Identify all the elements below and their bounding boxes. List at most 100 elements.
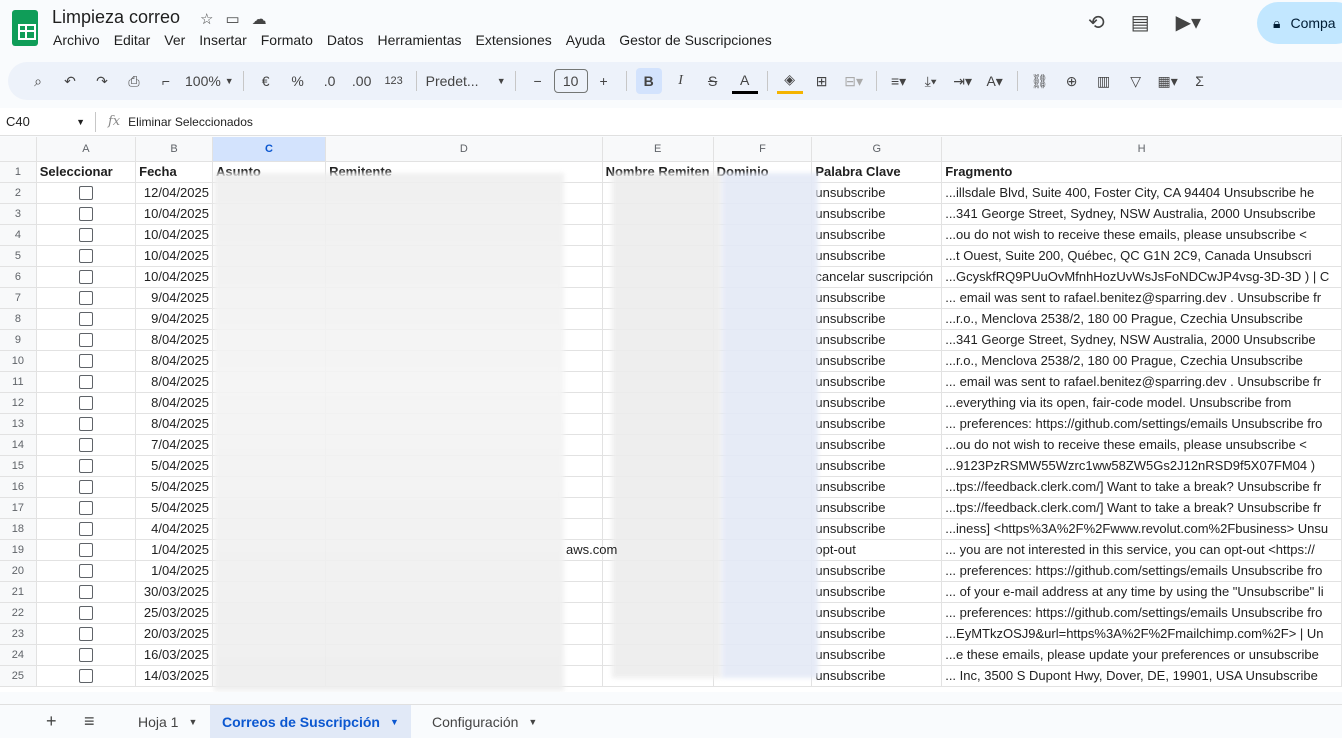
column-header-h[interactable]: H	[941, 137, 1342, 162]
row-number[interactable]: 8	[0, 308, 37, 330]
fragmento-cell[interactable]: ...illsdale Blvd, Suite 400, Foster City…	[941, 182, 1342, 204]
palabra-clave-cell[interactable]: unsubscribe	[811, 560, 943, 582]
fragmento-cell[interactable]: ...e these emails, please update your pr…	[941, 644, 1342, 666]
select-checkbox-cell[interactable]	[36, 350, 137, 372]
checkbox[interactable]	[78, 564, 93, 579]
fecha-cell[interactable]: 30/03/2025	[135, 581, 213, 603]
filter-views-icon[interactable]: ▦▾	[1155, 68, 1181, 94]
borders-icon[interactable]: ⊞	[809, 68, 835, 94]
select-checkbox-cell[interactable]	[36, 581, 137, 603]
name-box[interactable]: C40 ▼	[0, 111, 96, 132]
header-palabra-clave[interactable]: Palabra Clave	[811, 161, 943, 183]
fecha-cell[interactable]: 12/04/2025	[135, 182, 213, 204]
palabra-clave-cell[interactable]: unsubscribe	[811, 350, 943, 372]
fragmento-cell[interactable]: ... you are not interested in this servi…	[941, 539, 1342, 561]
palabra-clave-cell[interactable]: unsubscribe	[811, 476, 943, 498]
fragmento-cell[interactable]: ...ou do not wish to receive these email…	[941, 434, 1342, 456]
currency-format-button[interactable]: €	[253, 68, 279, 94]
fragmento-cell[interactable]: ...t Ouest, Suite 200, Québec, QC G1N 2C…	[941, 245, 1342, 267]
insert-comment-icon[interactable]: ⊕	[1059, 68, 1085, 94]
fecha-cell[interactable]: 25/03/2025	[135, 602, 213, 624]
select-checkbox-cell[interactable]	[36, 203, 137, 225]
fragmento-cell[interactable]: ... email was sent to rafael.benitez@spa…	[941, 371, 1342, 393]
select-all-corner[interactable]	[0, 137, 37, 162]
star-icon[interactable]: ☆	[200, 10, 213, 28]
checkbox[interactable]	[78, 480, 93, 495]
select-checkbox-cell[interactable]	[36, 371, 137, 393]
insert-link-icon[interactable]: ⛓	[1027, 68, 1053, 94]
insert-chart-icon[interactable]: ▥	[1091, 68, 1117, 94]
increase-decimals-button[interactable]: .00	[349, 68, 375, 94]
palabra-clave-cell[interactable]: unsubscribe	[811, 602, 943, 624]
row-number[interactable]: 9	[0, 329, 37, 351]
decrease-font-size-button[interactable]: −	[525, 68, 551, 94]
fecha-cell[interactable]: 5/04/2025	[135, 497, 213, 519]
palabra-clave-cell[interactable]: unsubscribe	[811, 287, 943, 309]
bold-button[interactable]: B	[635, 68, 662, 94]
zoom-select[interactable]: 100% ▼	[185, 68, 234, 94]
menu-editar[interactable]: Editar	[107, 32, 158, 48]
checkbox[interactable]	[78, 333, 93, 348]
select-checkbox-cell[interactable]	[36, 434, 137, 456]
checkbox[interactable]	[78, 669, 93, 684]
checkbox[interactable]	[78, 522, 93, 537]
checkbox[interactable]	[78, 291, 93, 306]
menu-extensiones[interactable]: Extensiones	[468, 32, 558, 48]
fragmento-cell[interactable]: ...341 George Street, Sydney, NSW Austra…	[941, 329, 1342, 351]
palabra-clave-cell[interactable]: unsubscribe	[811, 413, 943, 435]
filter-icon[interactable]: ▽	[1123, 68, 1149, 94]
row-number[interactable]: 18	[0, 518, 37, 540]
cloud-status-icon[interactable]: ☁	[252, 10, 267, 28]
checkbox[interactable]	[78, 543, 93, 558]
select-checkbox-cell[interactable]	[36, 497, 137, 519]
meet-icon[interactable]: ▶▾	[1176, 10, 1201, 35]
palabra-clave-cell[interactable]: unsubscribe	[811, 518, 943, 540]
fecha-cell[interactable]: 10/04/2025	[135, 224, 213, 246]
row-number[interactable]: 12	[0, 392, 37, 414]
tab-configuracion[interactable]: Configuración ▼	[420, 705, 549, 738]
fecha-cell[interactable]: 9/04/2025	[135, 287, 213, 309]
fragmento-cell[interactable]: ...9123PzRSMW55Wzrc1ww58ZW5Gs2J12nRSD9f5…	[941, 455, 1342, 477]
row-number[interactable]: 15	[0, 455, 37, 477]
share-button[interactable]: 🔒︎ Compa	[1257, 2, 1342, 44]
sheets-logo-icon[interactable]	[12, 10, 38, 46]
select-checkbox-cell[interactable]	[36, 287, 137, 309]
select-checkbox-cell[interactable]	[36, 455, 137, 477]
menu-insertar[interactable]: Insertar	[192, 32, 253, 48]
palabra-clave-cell[interactable]: unsubscribe	[811, 623, 943, 645]
text-rotation-icon[interactable]: A▾	[982, 68, 1008, 94]
select-checkbox-cell[interactable]	[36, 329, 137, 351]
horizontal-align-icon[interactable]: ≡▾	[886, 68, 912, 94]
checkbox[interactable]	[78, 438, 93, 453]
version-history-icon[interactable]: ⟲	[1088, 10, 1105, 35]
functions-icon[interactable]: Σ	[1187, 68, 1213, 94]
checkbox[interactable]	[78, 375, 93, 390]
fecha-cell[interactable]: 8/04/2025	[135, 350, 213, 372]
checkbox[interactable]	[78, 627, 93, 642]
column-header-f[interactable]: F	[713, 137, 813, 162]
checkbox[interactable]	[78, 417, 93, 432]
fragmento-cell[interactable]: ... Inc, 3500 S Dupont Hwy, Dover, DE, 1…	[941, 665, 1342, 687]
palabra-clave-cell[interactable]: unsubscribe	[811, 644, 943, 666]
row-number[interactable]: 5	[0, 245, 37, 267]
document-title[interactable]: Limpieza correo	[52, 7, 180, 28]
row-number[interactable]: 3	[0, 203, 37, 225]
header-fecha[interactable]: Fecha	[135, 161, 213, 183]
checkbox[interactable]	[78, 354, 93, 369]
palabra-clave-cell[interactable]: unsubscribe	[811, 392, 943, 414]
row-number[interactable]: 22	[0, 602, 37, 624]
select-checkbox-cell[interactable]	[36, 182, 137, 204]
select-checkbox-cell[interactable]	[36, 245, 137, 267]
tab-correos-de-suscripcion[interactable]: Correos de Suscripción ▼	[210, 705, 411, 738]
palabra-clave-cell[interactable]: unsubscribe	[811, 581, 943, 603]
font-select[interactable]: Predet... ▼	[426, 68, 506, 94]
fragmento-cell[interactable]: ...ou do not wish to receive these email…	[941, 224, 1342, 246]
select-checkbox-cell[interactable]	[36, 308, 137, 330]
row-number[interactable]: 17	[0, 497, 37, 519]
palabra-clave-cell[interactable]: unsubscribe	[811, 308, 943, 330]
formula-input[interactable]: Eliminar Seleccionados	[128, 115, 253, 129]
palabra-clave-cell[interactable]: unsubscribe	[811, 497, 943, 519]
fecha-cell[interactable]: 5/04/2025	[135, 455, 213, 477]
checkbox[interactable]	[78, 648, 93, 663]
palabra-clave-cell[interactable]: opt-out	[811, 539, 943, 561]
